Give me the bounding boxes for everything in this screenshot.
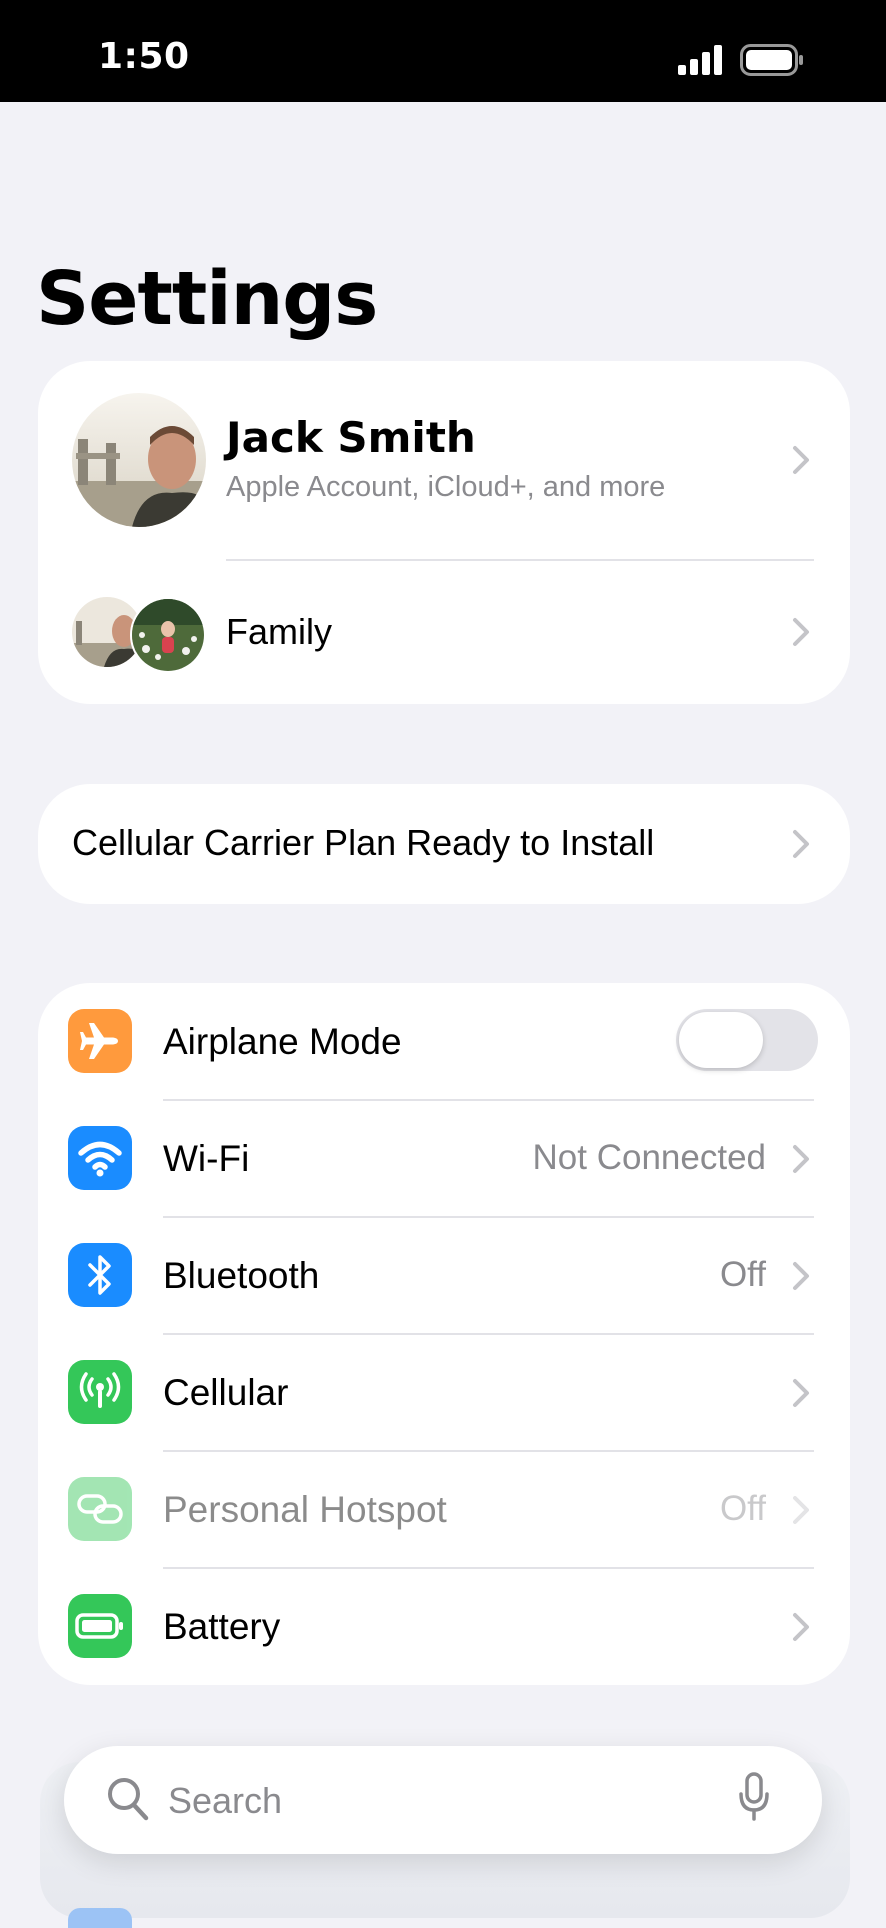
airplane-icon [68, 1009, 132, 1073]
setting-label: Battery [163, 1606, 281, 1647]
account-subtitle: Apple Account, iCloud+, and more [226, 471, 666, 503]
search-input[interactable]: Search [64, 1746, 822, 1854]
wifi-row[interactable]: Wi-Fi Not Connected [38, 1100, 850, 1217]
status-bar: 1:50 [0, 0, 886, 102]
personal-hotspot-row: Personal Hotspot Off [38, 1451, 850, 1568]
settings-icon-peek [68, 1908, 132, 1928]
cellular-row[interactable]: Cellular [38, 1334, 850, 1451]
family-avatars [72, 597, 212, 673]
carrier-plan-row[interactable]: Cellular Carrier Plan Ready to Install [38, 784, 850, 904]
cellular-signal-icon [678, 45, 722, 75]
chevron-right-icon [792, 617, 810, 647]
cellular-antenna-icon [68, 1360, 132, 1424]
airplane-mode-toggle[interactable] [676, 1009, 818, 1071]
setting-label: Cellular [163, 1372, 289, 1413]
wifi-icon [68, 1126, 132, 1190]
hotspot-link-icon [68, 1477, 132, 1541]
search-placeholder: Search [168, 1780, 283, 1821]
chevron-right-icon [792, 445, 810, 475]
family-row[interactable]: Family [38, 561, 850, 704]
bluetooth-icon [68, 1243, 132, 1307]
battery-status-icon [740, 44, 803, 76]
setting-label: Personal Hotspot [163, 1489, 447, 1530]
setting-label: Bluetooth [163, 1255, 320, 1296]
account-card: Jack Smith Apple Account, iCloud+, and m… [38, 361, 850, 704]
setting-value: Off [719, 1489, 766, 1528]
chevron-right-icon [792, 1144, 810, 1174]
toggle-knob [679, 1012, 763, 1068]
status-time: 1:50 [98, 36, 190, 77]
carrier-plan-label: Cellular Carrier Plan Ready to Install [72, 822, 655, 863]
chevron-right-icon [792, 1612, 810, 1642]
search-icon [108, 1778, 149, 1821]
avatar [130, 597, 206, 673]
chevron-right-icon [792, 829, 810, 859]
airplane-mode-row: Airplane Mode [38, 983, 850, 1100]
page-title: Settings [36, 256, 378, 342]
chevron-right-icon [792, 1378, 810, 1408]
setting-value: Not Connected [532, 1138, 766, 1177]
avatar [72, 393, 206, 527]
account-row[interactable]: Jack Smith Apple Account, iCloud+, and m… [38, 361, 850, 559]
bluetooth-row[interactable]: Bluetooth Off [38, 1217, 850, 1334]
battery-icon [68, 1594, 132, 1658]
chevron-right-icon [792, 1495, 810, 1525]
microphone-icon[interactable] [738, 1772, 770, 1822]
family-label: Family [226, 611, 332, 652]
battery-row[interactable]: Battery [38, 1568, 850, 1685]
chevron-right-icon [792, 1261, 810, 1291]
setting-label: Wi-Fi [163, 1138, 250, 1179]
setting-label: Airplane Mode [163, 1021, 402, 1062]
connectivity-settings-group: Airplane Mode Wi-Fi Not Connected Blueto… [38, 983, 850, 1685]
setting-value: Off [719, 1255, 766, 1294]
account-name: Jack Smith [226, 413, 476, 462]
